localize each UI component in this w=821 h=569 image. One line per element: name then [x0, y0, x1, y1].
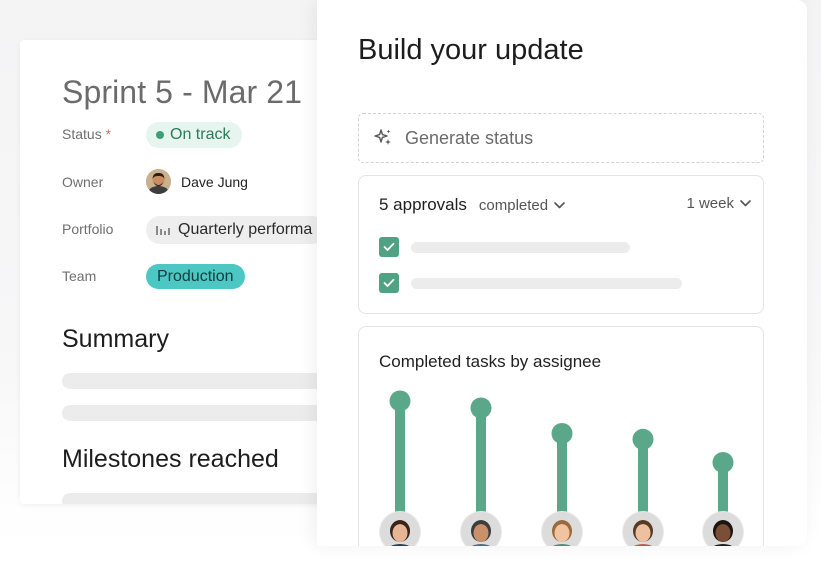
chart-bar-cap: [632, 428, 654, 450]
status-badge[interactable]: On track: [146, 122, 243, 148]
check-icon: [383, 242, 395, 251]
owner-selector[interactable]: Dave Jung: [146, 169, 248, 194]
completed-filter-dropdown[interactable]: completed: [479, 197, 565, 214]
assignee-avatar[interactable]: [622, 511, 664, 546]
approval-row: [379, 273, 682, 293]
milestones-heading: Milestones reached: [62, 445, 279, 473]
generate-status-label: Generate status: [405, 127, 534, 148]
chevron-down-icon: [740, 200, 751, 207]
owner-field-label: Owner: [62, 174, 104, 190]
chart-bar: [557, 433, 567, 517]
completed-filter-label: completed: [478, 196, 549, 214]
approval-placeholder-line: [411, 241, 630, 253]
approvals-count: 5 approvals: [379, 195, 467, 214]
chevron-down-icon: [554, 201, 565, 208]
status-label-text: Status: [62, 126, 102, 142]
approval-checkbox[interactable]: [379, 273, 399, 293]
approval-placeholder-line: [411, 277, 682, 289]
chart-bar: [638, 439, 648, 517]
chart-bar: [395, 401, 405, 517]
avatar: [146, 169, 171, 194]
status-value: On track: [170, 126, 231, 143]
status-dot-icon: [156, 131, 164, 139]
approval-checkbox[interactable]: [379, 237, 399, 257]
owner-name: Dave Jung: [181, 173, 248, 190]
assignee-avatar[interactable]: [460, 511, 502, 546]
summary-heading: Summary: [62, 325, 169, 353]
portfolio-field-label: Portfolio: [62, 221, 114, 237]
required-mark: *: [105, 126, 112, 142]
chart-bar-cap: [551, 422, 573, 444]
approval-row: [379, 237, 630, 257]
time-range-dropdown[interactable]: 1 week: [686, 195, 751, 212]
team-chip[interactable]: Production: [146, 264, 245, 289]
team-field-label: Team: [62, 268, 97, 284]
portfolio-value: Quarterly performa: [178, 221, 313, 238]
chart-bar: [476, 407, 486, 517]
sparkle-icon: [374, 129, 391, 145]
check-icon: [383, 278, 395, 287]
completed-tasks-chart-card: Completed tasks by assignee: [358, 326, 764, 546]
assignee-avatar[interactable]: [541, 511, 583, 546]
time-range-label: 1 week: [686, 195, 734, 212]
approvals-card: 5 approvals completed 1 week: [358, 175, 764, 314]
chart-bar-cap: [712, 451, 734, 473]
panel-title: Build your update: [358, 34, 584, 66]
generate-status-button[interactable]: Generate status: [358, 113, 764, 163]
chart-bar-cap: [389, 390, 411, 412]
assignee-avatar[interactable]: [379, 511, 421, 546]
completed-tasks-chart: [379, 390, 744, 546]
assignee-avatar[interactable]: [702, 511, 744, 546]
update-builder-panel: Build your update Generate status 5 appr…: [317, 0, 807, 546]
portfolio-chip[interactable]: Quarterly performa: [146, 216, 327, 244]
status-field-label: Status *: [62, 126, 111, 142]
chart-bars-icon: [156, 225, 170, 235]
chart-bar-cap: [470, 397, 492, 419]
page-title: Sprint 5 - Mar 21: [62, 74, 303, 110]
